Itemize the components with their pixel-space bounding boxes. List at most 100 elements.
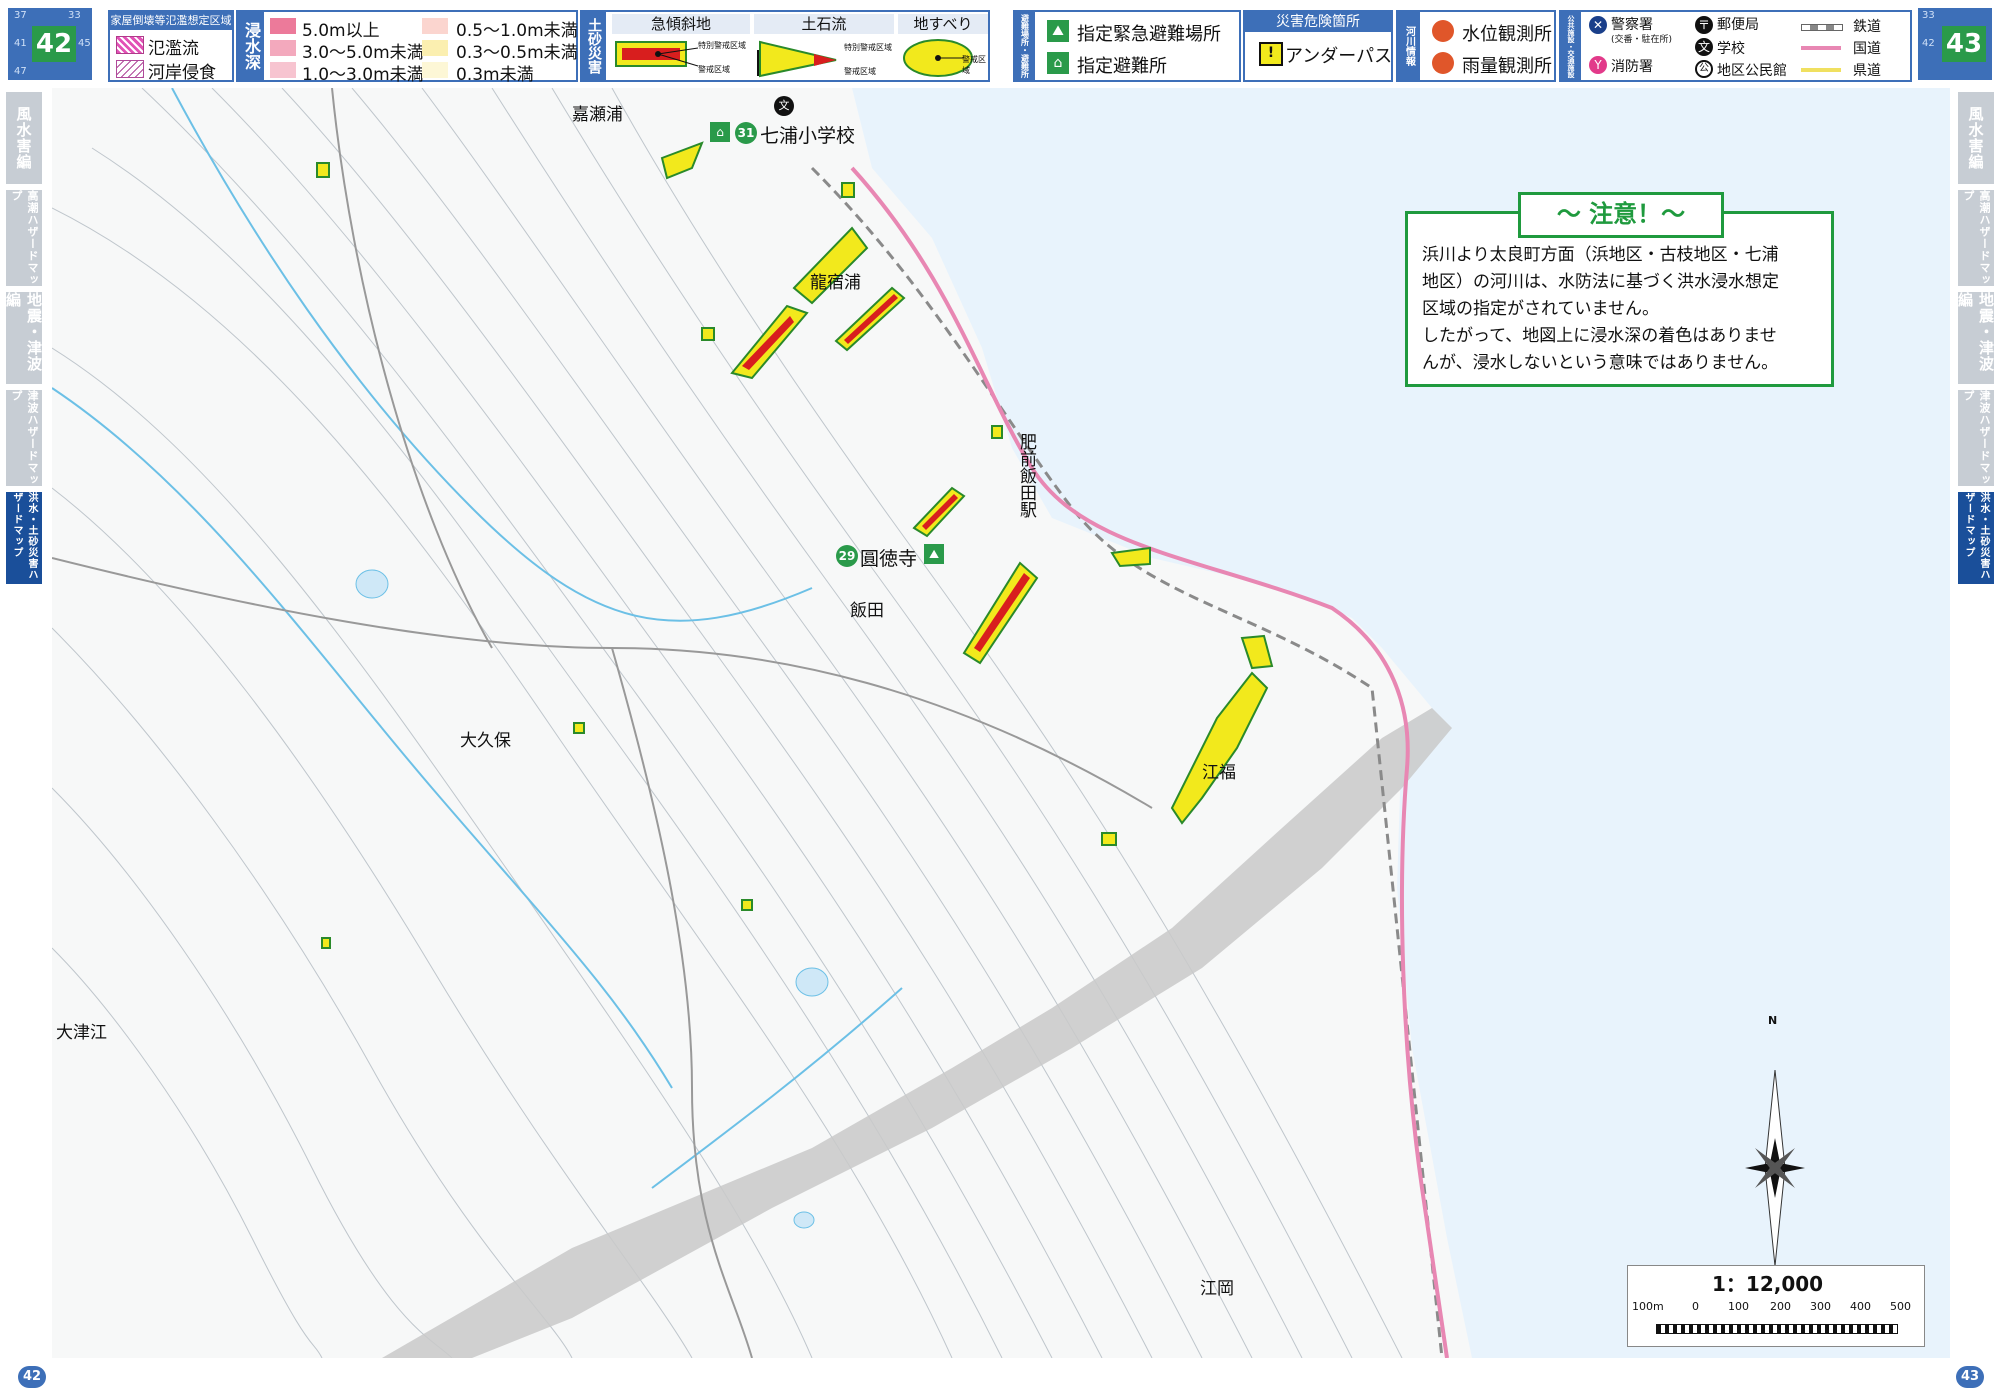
depth-swatch [270,40,296,56]
legend-label: 河岸侵食 [148,63,216,83]
notice-line: 区域の指定がされていません。 [1422,299,1659,319]
index-small: 33 [68,10,81,21]
steep-slope-zone [660,141,704,180]
water-level-station-icon [1432,20,1454,42]
rain-gauge-station-icon [1432,52,1454,74]
legend-label: 消防署 [1611,59,1653,75]
legend-label: 0.3m未満 [456,65,534,85]
sub-label: 特別警戒区域 [844,43,892,52]
side-tab-wind-flood[interactable]: 風水害編 [6,92,42,184]
flood-flow-swatch [116,36,144,54]
legend-header: 避難場所・避難所 [1015,12,1035,80]
shelter-icon: ⌂ [1047,52,1069,74]
steep-slope-zone [1110,546,1151,568]
place-label: 嘉瀬浦 [572,105,623,125]
notice-line: んが、浸水しないという意味ではありません。 [1422,353,1779,373]
scale-tick: 100m [1632,1300,1664,1313]
page-index-number: 42 [32,26,76,62]
place-label: 龍宿浦 [810,273,861,293]
school-icon: 文 [774,96,794,116]
legend-header: 災害危険箇所 [1245,12,1391,32]
legend-header: 公共施設・交通施設 [1561,12,1581,80]
scale-line [1656,1324,1898,1334]
scale-ratio: 1：12,000 [1712,1272,1824,1296]
legend-label: 学校 [1717,41,1745,57]
hazard-map[interactable]: 嘉瀬浦 龍宿浦 飯田 大久保 江福 大津江 江岡 肥前飯田駅 31 七浦小学校 … [52,88,1950,1358]
index-small: 47 [14,66,27,77]
shelter-number-badge[interactable]: 29 [836,545,858,567]
side-tab-tsunami[interactable]: 津波ハザードマップ [1958,390,1994,486]
small-hazard-zone [1101,832,1117,846]
side-tab-storm-surge[interactable]: 高潮ハザードマップ [1958,190,1994,286]
legend-flood-depth: 浸水深 5.0m以上 3.0～5.0m未満 1.0～3.0m未満 0.5～1.0… [236,10,578,85]
scale-tick: 300 [1810,1300,1831,1313]
side-tab-storm-surge[interactable]: 高潮ハザードマップ [6,190,42,286]
side-tab-flood-sediment[interactable]: 洪水・土砂災害ハザードマップ [6,492,42,584]
underpass-icon: ! [1259,42,1283,66]
notice-box: ～ 注意！～ 浜川より太良町方面（浜地区・古枝地区・七浦 地区）の河川は、水防法… [1405,192,1834,387]
small-hazard-zone [573,722,585,734]
index-small: 33 [1922,10,1935,21]
steep-slope-header: 急傾斜地 [612,14,750,34]
depth-swatch [422,18,448,34]
place-label: 江福 [1202,763,1236,783]
station-label: 肥前飯田駅 [1016,433,1036,518]
small-hazard-zone [701,327,715,341]
bank-erosion-swatch [116,60,144,78]
scale-bar: 1：12,000 100m 0 100 200 300 400 500 [1627,1265,1925,1347]
legend-header: 家屋倒壊等氾濫想定区域 [110,12,232,30]
depth-swatch [270,18,296,34]
legend-danger-spots: 災害危険箇所 ! アンダーパス [1243,10,1393,82]
railway-line-swatch [1801,24,1843,31]
page-index-number: 43 [1942,26,1986,62]
small-hazard-zone [741,899,753,911]
landslide-zone [1170,671,1269,825]
legend-label: 指定緊急避難場所 [1077,24,1221,45]
school-icon: 文 [1695,38,1713,56]
steep-slope-zone [1240,634,1274,670]
notice-body: 浜川より太良町方面（浜地区・古枝地区・七浦 地区）の河川は、水防法に基づく洪水浸… [1422,242,1821,377]
side-tab-earthquake[interactable]: 地震・津波編 [4,292,43,384]
side-tab-tsunami[interactable]: 津波ハザードマップ [6,390,42,486]
legend-shelters: 避難場所・避難所 ⛰ 指定緊急避難場所 ⌂ 指定避難所 [1013,10,1241,82]
legend-house-collapse: 家屋倒壊等氾濫想定区域 氾濫流 河岸侵食 [108,10,234,83]
scale-tick: 200 [1770,1300,1791,1313]
sub-label: 警戒区域 [962,55,986,75]
small-hazard-zone [841,182,855,198]
national-road-swatch [1801,46,1841,50]
notice-line: 浜川より太良町方面（浜地区・古枝地区・七浦 [1422,245,1779,265]
scale-tick: 100 [1728,1300,1749,1313]
index-small: 37 [14,10,27,21]
place-label: 大津江 [56,1023,107,1043]
scale-tick: 0 [1692,1300,1699,1313]
shelter-number-badge[interactable]: 31 [735,122,757,144]
side-tab-earthquake[interactable]: 地震・津波編 [1956,292,1995,384]
landslide-header: 地すべり [898,14,988,34]
side-tab-flood-sediment[interactable]: 洪水・土砂災害ハザードマップ [1958,492,1994,584]
shelter-name[interactable]: 七浦小学校 [760,121,855,148]
shelter-name[interactable]: 圓徳寺 [860,544,917,571]
scale-tick: 500 [1890,1300,1911,1313]
left-page-index: 37 33 41 45 47 42 [8,8,92,80]
notice-title: ～ 注意！～ [1518,192,1724,238]
depth-swatch [422,40,448,56]
police-icon: ✕ [1589,16,1607,34]
pond [793,1211,815,1229]
depth-swatch [422,62,448,78]
legend-label: 鉄道 [1853,19,1881,35]
place-label: 大久保 [460,731,511,751]
notice-line: したがって、地図上に浸水深の着色はありませ [1422,326,1777,346]
post-office-icon: 〒 [1695,16,1713,34]
sub-label: 警戒区域 [844,67,876,76]
pond [355,569,389,599]
small-hazard-zone [316,162,330,178]
side-tab-wind-flood[interactable]: 風水害編 [1958,92,1994,184]
legend-label: 県道 [1853,63,1881,79]
prefectural-road-swatch [1801,68,1841,72]
sub-label: 警戒区域 [698,65,730,74]
right-page-index: 33 42 43 [1918,8,1992,80]
legend-river-info: 河川情報 水位観測所 雨量観測所 [1396,10,1556,82]
legend-label: 雨量観測所 [1462,56,1552,77]
legend-label: 国道 [1853,41,1881,57]
index-small: 45 [78,38,91,49]
